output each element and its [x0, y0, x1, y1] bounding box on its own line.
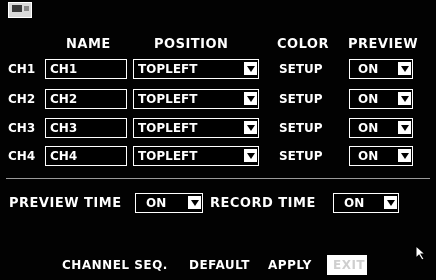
channel-name-value: CH1: [50, 62, 78, 76]
preview-time-label: PREVIEW TIME: [9, 196, 122, 211]
record-time-label: RECORD TIME: [210, 196, 316, 211]
channel-label: CH1: [8, 62, 36, 76]
channel-row: CH2 CH2 TOPLEFT SETUP ON: [0, 89, 436, 110]
preview-time-value: ON: [146, 196, 167, 210]
header-preview: PREVIEW: [348, 37, 419, 52]
position-select[interactable]: TOPLEFT: [133, 89, 259, 109]
channel-label: CH2: [8, 92, 36, 106]
preview-value: ON: [358, 149, 379, 163]
exit-button[interactable]: EXIT: [327, 255, 367, 275]
channel-name-field[interactable]: CH4: [45, 146, 127, 166]
dropdown-arrow-icon[interactable]: [244, 92, 257, 105]
channel-seq-button[interactable]: CHANNEL SEQ.: [62, 258, 168, 272]
dropdown-arrow-icon[interactable]: [398, 62, 411, 75]
preview-select[interactable]: ON: [349, 59, 413, 79]
channel-name-field[interactable]: CH1: [45, 59, 127, 79]
header-color: COLOR: [277, 37, 329, 52]
channel-name-value: CH3: [50, 121, 78, 135]
channel-label: CH3: [8, 121, 36, 135]
channel-row: CH1 CH1 TOPLEFT SETUP ON: [0, 59, 436, 80]
exit-button-label: EXIT: [333, 258, 366, 272]
preview-value: ON: [358, 62, 379, 76]
dropdown-arrow-icon[interactable]: [244, 149, 257, 162]
position-value: TOPLEFT: [138, 92, 198, 106]
position-value: TOPLEFT: [138, 121, 198, 135]
default-button[interactable]: DEFAULT: [189, 258, 250, 272]
dropdown-arrow-icon[interactable]: [188, 196, 201, 209]
dropdown-arrow-icon[interactable]: [244, 121, 257, 134]
preview-select[interactable]: ON: [349, 118, 413, 138]
dropdown-arrow-icon[interactable]: [398, 149, 411, 162]
color-setup-button[interactable]: SETUP: [279, 149, 323, 163]
preview-value: ON: [358, 121, 379, 135]
channel-label: CH4: [8, 149, 36, 163]
dropdown-arrow-icon[interactable]: [398, 121, 411, 134]
channel-row: CH4 CH4 TOPLEFT SETUP ON: [0, 146, 436, 167]
color-setup-button[interactable]: SETUP: [279, 62, 323, 76]
menu-icon: [8, 2, 32, 18]
channel-name-field[interactable]: CH3: [45, 118, 127, 138]
header-position: POSITION: [154, 37, 229, 52]
dropdown-arrow-icon[interactable]: [244, 62, 257, 75]
preview-time-select[interactable]: ON: [135, 193, 203, 213]
apply-button[interactable]: APPLY: [268, 258, 312, 272]
preview-value: ON: [358, 92, 379, 106]
record-time-value: ON: [344, 196, 365, 210]
preview-select[interactable]: ON: [349, 146, 413, 166]
position-value: TOPLEFT: [138, 149, 198, 163]
color-setup-button[interactable]: SETUP: [279, 121, 323, 135]
record-time-select[interactable]: ON: [333, 193, 399, 213]
position-value: TOPLEFT: [138, 62, 198, 76]
section-divider: [6, 178, 430, 179]
position-select[interactable]: TOPLEFT: [133, 118, 259, 138]
position-select[interactable]: TOPLEFT: [133, 59, 259, 79]
osd-display-settings-screen: NAME POSITION COLOR PREVIEW CH1 CH1 TOPL…: [0, 0, 436, 280]
position-select[interactable]: TOPLEFT: [133, 146, 259, 166]
header-name: NAME: [66, 37, 111, 52]
channel-name-value: CH2: [50, 92, 78, 106]
channel-name-field[interactable]: CH2: [45, 89, 127, 109]
dropdown-arrow-icon[interactable]: [398, 92, 411, 105]
channel-name-value: CH4: [50, 149, 78, 163]
dropdown-arrow-icon[interactable]: [384, 196, 397, 209]
color-setup-button[interactable]: SETUP: [279, 92, 323, 106]
preview-select[interactable]: ON: [349, 89, 413, 109]
channel-row: CH3 CH3 TOPLEFT SETUP ON: [0, 118, 436, 139]
